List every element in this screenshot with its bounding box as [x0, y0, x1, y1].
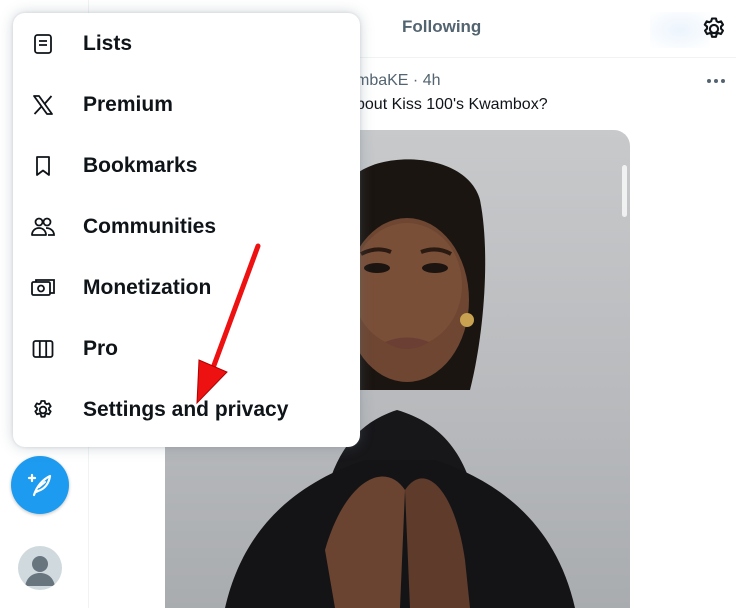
tweet-text: bout Kiss 100's Kwambox?	[356, 96, 548, 113]
more-options-icon[interactable]	[702, 70, 730, 92]
menu-item-label: Bookmarks	[83, 153, 198, 177]
avatar[interactable]	[18, 546, 62, 590]
monetization-icon	[30, 275, 56, 301]
media-scrollbar[interactable]	[622, 165, 627, 217]
list-icon	[30, 31, 56, 57]
menu-item-premium[interactable]: Premium	[13, 74, 360, 135]
bookmark-icon	[30, 153, 56, 179]
compose-feather-icon	[27, 473, 52, 497]
gear-icon	[30, 397, 56, 423]
default-avatar-icon	[25, 556, 55, 586]
menu-item-label: Premium	[83, 92, 173, 116]
tweet-meta: mbaKE · 4h	[356, 72, 441, 89]
x-logo-icon	[30, 92, 56, 118]
columns-icon	[30, 336, 56, 362]
compose-button[interactable]	[11, 456, 69, 514]
menu-item-bookmarks[interactable]: Bookmarks	[13, 135, 360, 196]
tab-following[interactable]: Following	[402, 17, 481, 37]
menu-item-lists[interactable]: Lists	[13, 13, 360, 74]
red-annotation-arrow	[196, 243, 261, 405]
menu-item-label: Pro	[83, 336, 119, 360]
menu-item-label: Lists	[83, 31, 133, 55]
timeline-settings-gear-icon[interactable]	[700, 15, 728, 43]
communities-icon	[30, 214, 56, 240]
menu-item-label: Communities	[83, 214, 217, 238]
